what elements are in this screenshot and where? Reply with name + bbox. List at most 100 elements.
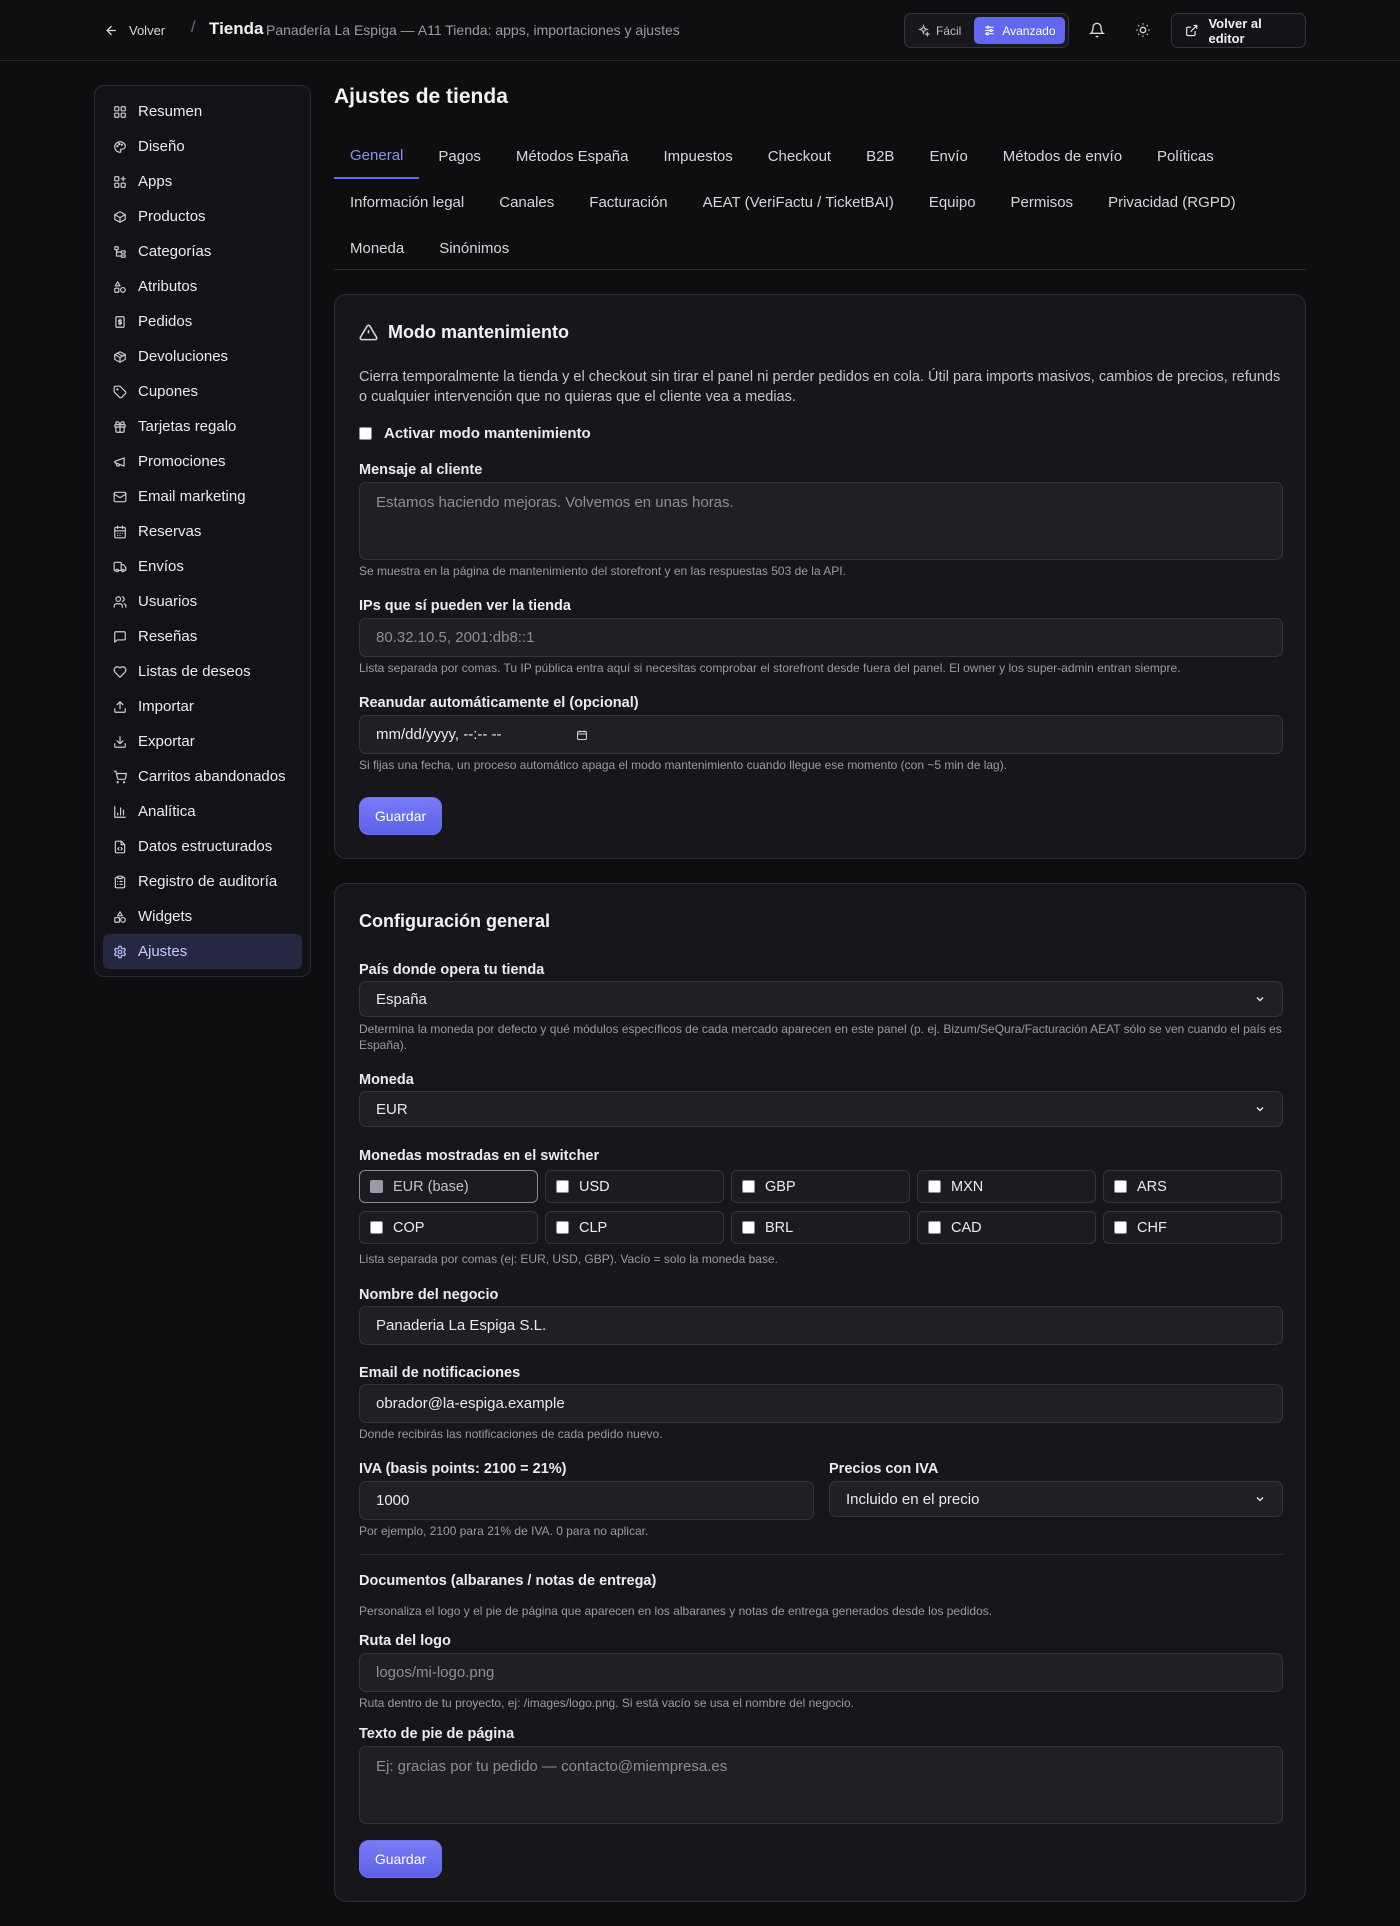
message-textarea[interactable]: Estamos haciendo mejoras. Volvemos en un… [359, 482, 1283, 560]
currency-option[interactable]: CLP [545, 1211, 724, 1244]
maintenance-save-button[interactable]: Guardar [359, 797, 442, 835]
currency-option[interactable]: CHF [1103, 1211, 1282, 1244]
currency-checkbox[interactable] [742, 1221, 755, 1234]
currency-checkbox[interactable] [928, 1180, 941, 1193]
currency-option[interactable]: COP [359, 1211, 538, 1244]
tab-políticas[interactable]: Políticas [1141, 133, 1230, 179]
sidebar-item-devoluciones[interactable]: Devoluciones [103, 339, 302, 374]
tab-equipo[interactable]: Equipo [913, 179, 992, 225]
mode-easy-button[interactable]: Fácil [908, 17, 970, 44]
currency-checkbox[interactable] [370, 1221, 383, 1234]
currency-option[interactable]: BRL [731, 1211, 910, 1244]
sidebar-item-label: Reseñas [138, 628, 198, 645]
resume-label: Reanudar automáticamente el (opcional) [359, 695, 639, 711]
tab-envío[interactable]: Envío [913, 133, 983, 179]
sidebar-item-email-marketing[interactable]: Email marketing [103, 479, 302, 514]
vat-input[interactable]: 1000 [359, 1481, 814, 1520]
tab-privacidad-rgpd[interactable]: Privacidad (RGPD) [1092, 179, 1252, 225]
tab-información-legal[interactable]: Información legal [334, 179, 480, 225]
back-button[interactable]: Volver [92, 14, 177, 46]
currency-checkbox[interactable] [556, 1180, 569, 1193]
country-select[interactable]: España [359, 981, 1283, 1017]
calendar-picker-icon[interactable] [576, 729, 588, 741]
resume-datetime-input[interactable]: mm/dd/yyyy, --:-- -- [359, 715, 1283, 754]
currency-checkbox[interactable] [1114, 1221, 1127, 1234]
back-to-editor-button[interactable]: Volver al editor [1171, 13, 1306, 48]
sidebar-item-atributos[interactable]: Atributos [103, 269, 302, 304]
currency-checkbox[interactable] [928, 1221, 941, 1234]
sidebar-item-envíos[interactable]: Envíos [103, 549, 302, 584]
business-input[interactable]: Panaderia La Espiga S.L. [359, 1306, 1283, 1345]
switcher-label: Monedas mostradas en el switcher [359, 1148, 600, 1164]
sidebar-item-diseño[interactable]: Diseño [103, 129, 302, 164]
heart-icon [113, 665, 127, 678]
apps-icon [114, 175, 126, 188]
currency-checkbox[interactable] [556, 1221, 569, 1234]
tab-b2b[interactable]: B2B [850, 133, 910, 179]
tab-pagos[interactable]: Pagos [422, 133, 497, 179]
top-bar: Volver / Tienda Panadería La Espiga — A1… [0, 0, 1400, 61]
currency-option[interactable]: USD [545, 1170, 724, 1203]
sidebar-item-pedidos[interactable]: Pedidos [103, 304, 302, 339]
maintenance-checkbox[interactable] [359, 427, 372, 440]
currency-checkbox[interactable] [1114, 1180, 1127, 1193]
sidebar-item-reseñas[interactable]: Reseñas [103, 619, 302, 654]
currency-option[interactable]: ARS [1103, 1170, 1282, 1203]
sidebar-item-registro-de-auditoría[interactable]: Registro de auditoría [103, 864, 302, 899]
sidebar-item-promociones[interactable]: Promociones [103, 444, 302, 479]
prices-select[interactable]: Incluido en el precio [829, 1481, 1283, 1517]
sidebar-item-resumen[interactable]: Resumen [103, 94, 302, 129]
sidebar-item-reservas[interactable]: Reservas [103, 514, 302, 549]
sidebar-item-listas-de-deseos[interactable]: Listas de deseos [103, 654, 302, 689]
tab-sinónimos[interactable]: Sinónimos [423, 225, 525, 271]
tab-canales[interactable]: Canales [483, 179, 570, 225]
sidebar-item-usuarios[interactable]: Usuarios [103, 584, 302, 619]
ips-label: IPs que sí pueden ver la tienda [359, 598, 571, 614]
cart-icon [113, 770, 127, 783]
tag-icon [113, 385, 127, 398]
tab-general[interactable]: General [334, 133, 420, 179]
theme-toggle-button[interactable] [1126, 14, 1160, 46]
sidebar-item-categorías[interactable]: Categorías [103, 234, 302, 269]
currency-select[interactable]: EUR [359, 1091, 1283, 1127]
sidebar-item-apps[interactable]: Apps [103, 164, 302, 199]
sidebar-item-tarjetas-regalo[interactable]: Tarjetas regalo [103, 409, 302, 444]
notifications-button[interactable] [1080, 14, 1114, 46]
sidebar-item-widgets[interactable]: Widgets [103, 899, 302, 934]
sidebar-item-cupones[interactable]: Cupones [103, 374, 302, 409]
tab-checkout[interactable]: Checkout [752, 133, 847, 179]
tab-impuestos[interactable]: Impuestos [648, 133, 749, 179]
currency-label: Moneda [359, 1072, 414, 1088]
ips-input[interactable]: 80.32.10.5, 2001:db8::1 [359, 618, 1283, 657]
sidebar-item-ajustes[interactable]: Ajustes [103, 934, 302, 969]
sidebar-item-exportar[interactable]: Exportar [103, 724, 302, 759]
tab-moneda[interactable]: Moneda [334, 225, 420, 271]
sidebar-item-carritos-abandonados[interactable]: Carritos abandonados [103, 759, 302, 794]
email-input[interactable]: obrador@la-espiga.example [359, 1384, 1283, 1423]
tab-métodos-de-envío[interactable]: Métodos de envío [987, 133, 1138, 179]
mode-advanced-button[interactable]: Avanzado [974, 17, 1065, 44]
tab-métodos-españa[interactable]: Métodos España [500, 133, 645, 179]
tab-permisos[interactable]: Permisos [995, 179, 1090, 225]
currency-checkbox[interactable] [742, 1180, 755, 1193]
currency-option[interactable]: EUR (base) [359, 1170, 538, 1203]
general-save-button[interactable]: Guardar [359, 1840, 442, 1878]
currency-option[interactable]: MXN [917, 1170, 1096, 1203]
sidebar-item-datos-estructurados[interactable]: Datos estructurados [103, 829, 302, 864]
footer-textarea[interactable]: Ej: gracias por tu pedido — contacto@mie… [359, 1746, 1283, 1824]
download-icon [114, 735, 126, 748]
sidebar-item-productos[interactable]: Productos [103, 199, 302, 234]
general-config-card: Configuración general País donde opera t… [334, 883, 1306, 1902]
logo-input[interactable]: logos/mi-logo.png [359, 1653, 1283, 1692]
sidebar-item-analítica[interactable]: Analítica [103, 794, 302, 829]
sidebar-item-importar[interactable]: Importar [103, 689, 302, 724]
maintenance-toggle[interactable]: Activar modo mantenimiento [359, 425, 591, 442]
currency-option[interactable]: CAD [917, 1211, 1096, 1244]
tab-aeat-verifactu-ticketbai[interactable]: AEAT (VeriFactu / TicketBAI) [687, 179, 910, 225]
currency-option-label: CHF [1137, 1219, 1167, 1236]
currency-option[interactable]: GBP [731, 1170, 910, 1203]
general-config-title: Configuración general [359, 911, 551, 931]
arrow-left-icon [106, 25, 116, 35]
tab-facturación[interactable]: Facturación [573, 179, 683, 225]
logo-label: Ruta del logo [359, 1633, 451, 1649]
